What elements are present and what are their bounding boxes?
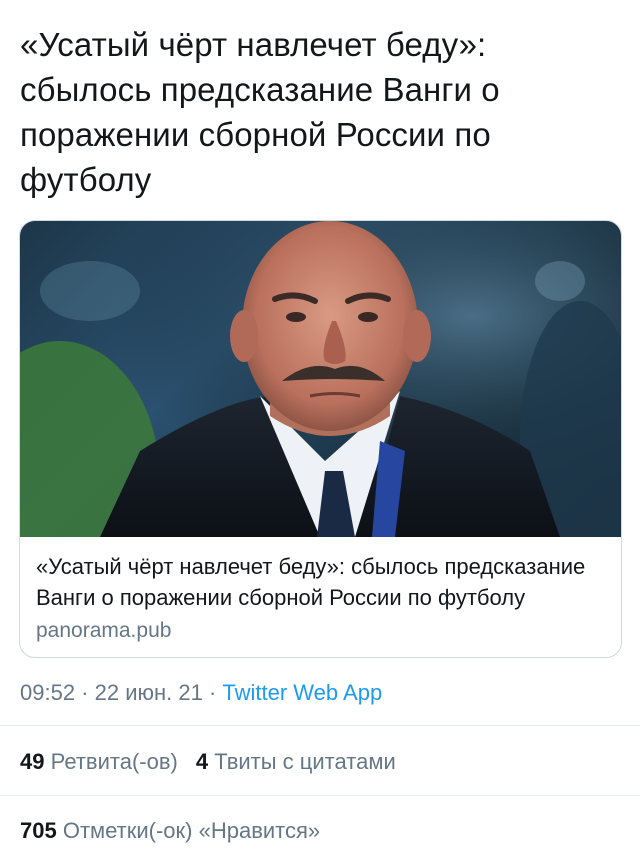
quotes-stat[interactable]: 4 Твиты с цитатами: [196, 749, 396, 774]
card-body: «Усатый чёрт навлечет беду»: сбылось пре…: [36, 551, 611, 646]
retweets-count: 49: [20, 749, 45, 774]
quotes-label: Твиты с цитатами: [214, 749, 396, 774]
card-image[interactable]: [20, 221, 621, 537]
likes-stat[interactable]: 705 Отметки(-ок) «Нравится»: [20, 818, 320, 843]
divider: [0, 725, 640, 726]
link-card[interactable]: «Усатый чёрт навлечет беду»: сбылось пре…: [19, 220, 622, 658]
tweet-text: «Усатый чёрт навлечет беду»: сбылось пре…: [20, 26, 500, 198]
likes-count: 705: [20, 818, 57, 843]
meta-separator: ·: [202, 680, 223, 705]
tweet: «Усатый чёрт навлечет беду»: сбылось пре…: [0, 0, 640, 866]
tweet-meta: 09:52 · 22 июн. 21 · Twitter Web App: [20, 680, 382, 706]
stats-retweets-row: 49 Ретвита(-ов) 4 Твиты с цитатами: [20, 749, 396, 775]
likes-label: Отметки(-ок) «Нравится»: [62, 818, 321, 843]
meta-separator: ·: [75, 680, 95, 705]
quotes-count: 4: [195, 749, 209, 774]
tweet-source-app[interactable]: Twitter Web App: [222, 680, 382, 705]
stats-likes-row: 705 Отметки(-ок) «Нравится»: [20, 818, 320, 844]
retweets-label: Ретвита(-ов): [50, 749, 178, 774]
tweet-time[interactable]: 09:52: [20, 680, 75, 705]
card-title[interactable]: «Усатый чёрт навлечет беду»: сбылось пре…: [36, 551, 611, 613]
tweet-date[interactable]: 22 июн. 21: [95, 680, 203, 705]
card-domain: panorama.pub: [36, 619, 172, 642]
divider: [0, 795, 640, 796]
retweets-stat[interactable]: 49 Ретвита(-ов): [20, 749, 178, 774]
card-photo: [20, 221, 621, 537]
